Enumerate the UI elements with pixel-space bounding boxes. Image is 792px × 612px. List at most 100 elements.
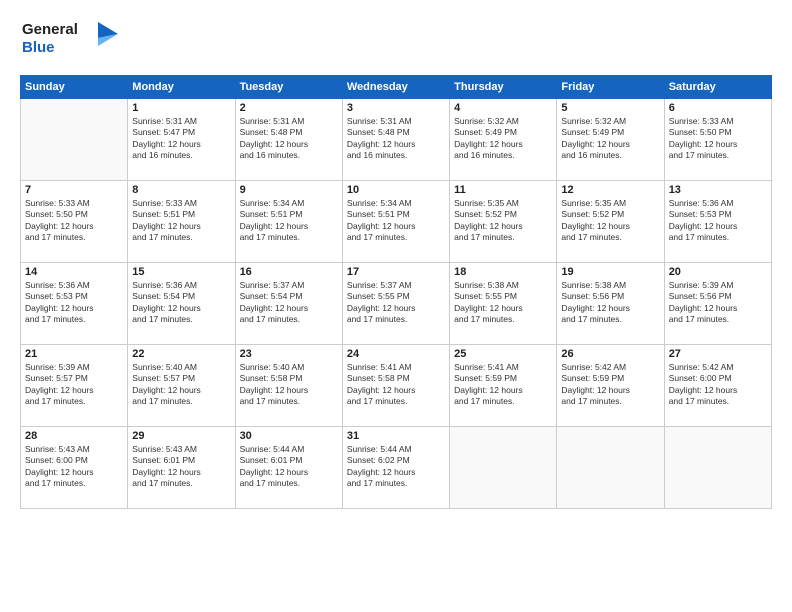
cell-info: Sunrise: 5:36 AMSunset: 5:53 PMDaylight:… xyxy=(669,198,767,244)
calendar-table: SundayMondayTuesdayWednesdayThursdayFrid… xyxy=(20,75,772,509)
day-number: 29 xyxy=(132,430,230,442)
calendar-cell: 26 Sunrise: 5:42 AMSunset: 5:59 PMDayligh… xyxy=(557,345,664,427)
weekday-header-monday: Monday xyxy=(128,76,235,99)
day-number: 25 xyxy=(454,348,552,360)
calendar-cell: 7 Sunrise: 5:33 AMSunset: 5:50 PMDaylight… xyxy=(21,181,128,263)
weekday-header-saturday: Saturday xyxy=(664,76,771,99)
calendar-cell: 21Sunrise: 5:39 AMSunset: 5:57 PMDayligh… xyxy=(21,345,128,427)
day-number: 24 xyxy=(347,348,445,360)
day-number: 17 xyxy=(347,266,445,278)
calendar-cell: 13 Sunrise: 5:36 AMSunset: 5:53 PMDayligh… xyxy=(664,181,771,263)
day-number: 4 xyxy=(454,102,552,114)
cell-info: Sunrise: 5:34 AMSunset: 5:51 PMDaylight:… xyxy=(240,198,338,244)
cell-info: Sunrise: 5:38 AMSunset: 5:55 PMDaylight:… xyxy=(454,280,552,326)
cell-info: Sunrise: 5:42 AMSunset: 5:59 PMDaylight:… xyxy=(561,362,659,408)
weekday-header-row: SundayMondayTuesdayWednesdayThursdayFrid… xyxy=(21,76,772,99)
day-number: 31 xyxy=(347,430,445,442)
calendar-cell: 11Sunrise: 5:35 AMSunset: 5:52 PMDayligh… xyxy=(450,181,557,263)
calendar-week-2: 7 Sunrise: 5:33 AMSunset: 5:50 PMDaylight… xyxy=(21,181,772,263)
calendar-cell: 23 Sunrise: 5:40 AMSunset: 5:58 PMDayligh… xyxy=(235,345,342,427)
day-number: 27 xyxy=(669,348,767,360)
calendar-cell: 28Sunrise: 5:43 AMSunset: 6:00 PMDayligh… xyxy=(21,427,128,509)
cell-info: Sunrise: 5:37 AMSunset: 5:55 PMDaylight:… xyxy=(347,280,445,326)
calendar-cell xyxy=(21,99,128,181)
day-number: 19 xyxy=(561,266,659,278)
calendar-cell: 5Sunrise: 5:32 AMSunset: 5:49 PMDaylight… xyxy=(557,99,664,181)
cell-info: Sunrise: 5:39 AMSunset: 5:56 PMDaylight:… xyxy=(669,280,767,326)
day-number: 30 xyxy=(240,430,338,442)
cell-info: Sunrise: 5:40 AMSunset: 5:58 PMDaylight:… xyxy=(240,362,338,408)
cell-info: Sunrise: 5:33 AMSunset: 5:50 PMDaylight:… xyxy=(25,198,123,244)
cell-info: Sunrise: 5:34 AMSunset: 5:51 PMDaylight:… xyxy=(347,198,445,244)
calendar-cell: 1Sunrise: 5:31 AMSunset: 5:47 PMDaylight… xyxy=(128,99,235,181)
logo: General Blue xyxy=(20,16,130,65)
calendar-cell: 15 Sunrise: 5:36 AMSunset: 5:54 PMDayligh… xyxy=(128,263,235,345)
cell-info: Sunrise: 5:32 AMSunset: 5:49 PMDaylight:… xyxy=(454,116,552,162)
day-number: 12 xyxy=(561,184,659,196)
calendar-cell: 20 Sunrise: 5:39 AMSunset: 5:56 PMDayligh… xyxy=(664,263,771,345)
calendar-cell: 8 Sunrise: 5:33 AMSunset: 5:51 PMDaylight… xyxy=(128,181,235,263)
calendar-cell: 4 Sunrise: 5:32 AMSunset: 5:49 PMDaylight… xyxy=(450,99,557,181)
cell-info: Sunrise: 5:44 AMSunset: 6:01 PMDaylight:… xyxy=(240,444,338,490)
day-number: 18 xyxy=(454,266,552,278)
day-number: 1 xyxy=(132,102,230,114)
calendar-cell: 14 Sunrise: 5:36 AMSunset: 5:53 PMDayligh… xyxy=(21,263,128,345)
calendar-cell: 9 Sunrise: 5:34 AMSunset: 5:51 PMDaylight… xyxy=(235,181,342,263)
page: General Blue SundayMondayTuesdayWednesda… xyxy=(0,0,792,612)
calendar-cell: 18 Sunrise: 5:38 AMSunset: 5:55 PMDayligh… xyxy=(450,263,557,345)
header: General Blue xyxy=(20,16,772,65)
cell-info: Sunrise: 5:31 AMSunset: 5:48 PMDaylight:… xyxy=(347,116,445,162)
calendar-week-5: 28Sunrise: 5:43 AMSunset: 6:00 PMDayligh… xyxy=(21,427,772,509)
svg-text:General: General xyxy=(22,21,78,38)
calendar-cell: 27 Sunrise: 5:42 AMSunset: 6:00 PMDayligh… xyxy=(664,345,771,427)
day-number: 6 xyxy=(669,102,767,114)
calendar-cell xyxy=(557,427,664,509)
day-number: 22 xyxy=(132,348,230,360)
calendar-cell: 2 Sunrise: 5:31 AMSunset: 5:48 PMDaylight… xyxy=(235,99,342,181)
cell-info: Sunrise: 5:32 AMSunset: 5:49 PMDaylight:… xyxy=(561,116,659,162)
day-number: 21 xyxy=(25,348,123,360)
cell-info: Sunrise: 5:43 AMSunset: 6:00 PMDaylight:… xyxy=(25,444,123,490)
cell-info: Sunrise: 5:33 AMSunset: 5:51 PMDaylight:… xyxy=(132,198,230,244)
cell-info: Sunrise: 5:37 AMSunset: 5:54 PMDaylight:… xyxy=(240,280,338,326)
day-number: 2 xyxy=(240,102,338,114)
calendar-cell: 24 Sunrise: 5:41 AMSunset: 5:58 PMDayligh… xyxy=(342,345,449,427)
day-number: 8 xyxy=(132,184,230,196)
calendar-cell: 17 Sunrise: 5:37 AMSunset: 5:55 PMDayligh… xyxy=(342,263,449,345)
calendar-cell: 31 Sunrise: 5:44 AMSunset: 6:02 PMDayligh… xyxy=(342,427,449,509)
day-number: 13 xyxy=(669,184,767,196)
svg-text:Blue: Blue xyxy=(22,39,55,56)
cell-info: Sunrise: 5:38 AMSunset: 5:56 PMDaylight:… xyxy=(561,280,659,326)
day-number: 26 xyxy=(561,348,659,360)
day-number: 15 xyxy=(132,266,230,278)
cell-info: Sunrise: 5:36 AMSunset: 5:53 PMDaylight:… xyxy=(25,280,123,326)
cell-info: Sunrise: 5:42 AMSunset: 6:00 PMDaylight:… xyxy=(669,362,767,408)
calendar-cell: 19 Sunrise: 5:38 AMSunset: 5:56 PMDayligh… xyxy=(557,263,664,345)
calendar-cell: 16Sunrise: 5:37 AMSunset: 5:54 PMDayligh… xyxy=(235,263,342,345)
calendar-cell: 3 Sunrise: 5:31 AMSunset: 5:48 PMDaylight… xyxy=(342,99,449,181)
logo-content: General Blue xyxy=(20,16,130,65)
cell-info: Sunrise: 5:44 AMSunset: 6:02 PMDaylight:… xyxy=(347,444,445,490)
calendar-cell: 6Sunrise: 5:33 AMSunset: 5:50 PMDaylight… xyxy=(664,99,771,181)
cell-info: Sunrise: 5:41 AMSunset: 5:58 PMDaylight:… xyxy=(347,362,445,408)
calendar-cell: 29 Sunrise: 5:43 AMSunset: 6:01 PMDayligh… xyxy=(128,427,235,509)
calendar-week-4: 21Sunrise: 5:39 AMSunset: 5:57 PMDayligh… xyxy=(21,345,772,427)
cell-info: Sunrise: 5:36 AMSunset: 5:54 PMDaylight:… xyxy=(132,280,230,326)
day-number: 3 xyxy=(347,102,445,114)
calendar-cell xyxy=(450,427,557,509)
calendar-week-1: 1Sunrise: 5:31 AMSunset: 5:47 PMDaylight… xyxy=(21,99,772,181)
calendar-cell xyxy=(664,427,771,509)
cell-info: Sunrise: 5:41 AMSunset: 5:59 PMDaylight:… xyxy=(454,362,552,408)
day-number: 10 xyxy=(347,184,445,196)
day-number: 20 xyxy=(669,266,767,278)
cell-info: Sunrise: 5:31 AMSunset: 5:48 PMDaylight:… xyxy=(240,116,338,162)
day-number: 14 xyxy=(25,266,123,278)
day-number: 9 xyxy=(240,184,338,196)
weekday-header-tuesday: Tuesday xyxy=(235,76,342,99)
day-number: 7 xyxy=(25,184,123,196)
cell-info: Sunrise: 5:35 AMSunset: 5:52 PMDaylight:… xyxy=(454,198,552,244)
day-number: 23 xyxy=(240,348,338,360)
calendar-cell: 30 Sunrise: 5:44 AMSunset: 6:01 PMDayligh… xyxy=(235,427,342,509)
cell-info: Sunrise: 5:43 AMSunset: 6:01 PMDaylight:… xyxy=(132,444,230,490)
calendar-cell: 25 Sunrise: 5:41 AMSunset: 5:59 PMDayligh… xyxy=(450,345,557,427)
